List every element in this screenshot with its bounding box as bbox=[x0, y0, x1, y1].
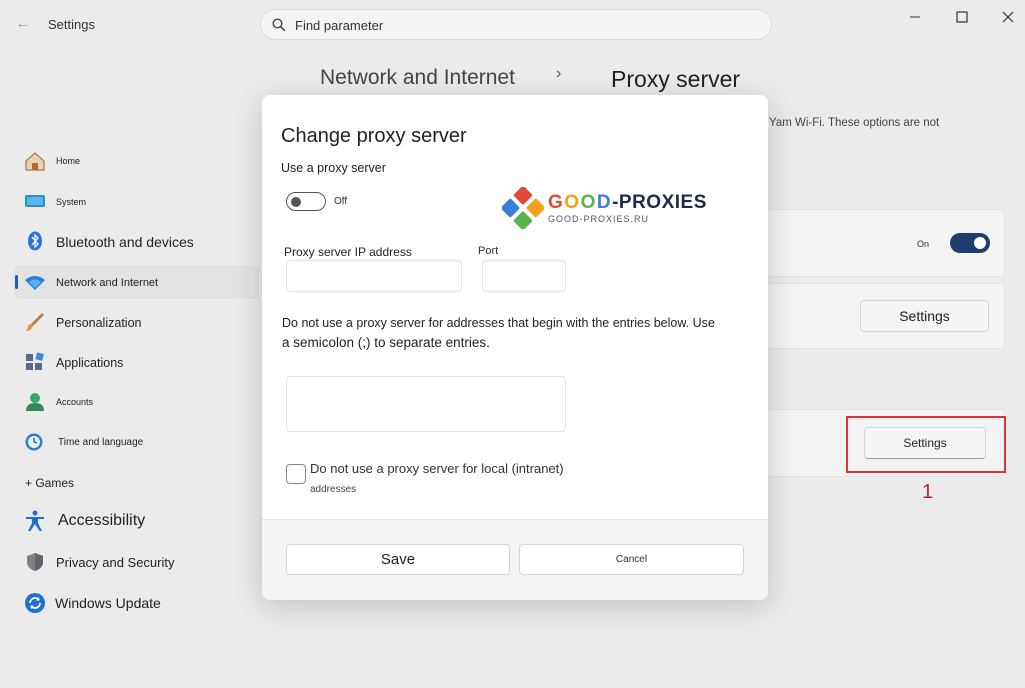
sidebar-item-label: Bluetooth and devices bbox=[56, 234, 194, 250]
toggle-state-label: Off bbox=[334, 196, 348, 207]
sidebar-item-network[interactable]: Network and Internet bbox=[14, 265, 259, 299]
save-button[interactable]: Save bbox=[286, 544, 510, 575]
use-proxy-label: Use a proxy server bbox=[281, 161, 386, 175]
minimize-button[interactable] bbox=[900, 8, 930, 26]
page-description: Yam Wi-Fi. These options are not bbox=[769, 117, 940, 129]
chevron-right-icon: › bbox=[556, 65, 562, 82]
apps-icon bbox=[24, 352, 46, 372]
watermark-letter: O bbox=[564, 192, 581, 213]
dialog-title: Change proxy server bbox=[281, 125, 467, 147]
clock-icon bbox=[24, 432, 46, 452]
back-button[interactable]: ← bbox=[10, 12, 36, 36]
cancel-button[interactable]: Cancel bbox=[519, 544, 744, 575]
arrow-left-icon: ← bbox=[15, 15, 31, 32]
ip-address-label: Proxy server IP address bbox=[284, 245, 412, 259]
home-icon bbox=[24, 151, 46, 171]
sidebar-item-home[interactable]: Home bbox=[14, 144, 259, 178]
sidebar-item-applications[interactable]: Applications bbox=[14, 345, 259, 379]
search-input[interactable] bbox=[295, 16, 755, 34]
close-icon bbox=[1002, 11, 1014, 23]
wifi-icon bbox=[24, 272, 46, 292]
bluetooth-icon bbox=[24, 231, 46, 251]
port-label: Port bbox=[478, 245, 499, 257]
sidebar-item-bluetooth[interactable]: Bluetooth and devices bbox=[14, 224, 259, 258]
sidebar-item-label: Personalization bbox=[56, 316, 142, 330]
watermark-domain: GOOD-PROXIES.RU bbox=[548, 214, 650, 224]
change-proxy-dialog: Change proxy server Use a proxy server O… bbox=[262, 95, 768, 600]
exceptions-description: a semicolon (;) to separate entries. bbox=[282, 335, 490, 350]
sidebar-item-label: + Games bbox=[25, 476, 75, 490]
local-bypass-checkbox[interactable] bbox=[286, 464, 306, 484]
sidebar-item-system[interactable]: System bbox=[14, 184, 259, 218]
port-input[interactable] bbox=[482, 260, 566, 292]
watermark-brand: GOOD-PROXIES bbox=[548, 192, 707, 214]
sidebar-item-label: System bbox=[56, 197, 87, 207]
sidebar-item-windows-update[interactable]: Windows Update bbox=[14, 585, 259, 619]
watermark-letter: -PROXIES bbox=[612, 192, 707, 213]
app-title: Settings bbox=[48, 17, 95, 32]
annotation-step-number: 1 bbox=[922, 481, 934, 503]
ip-address-input[interactable] bbox=[286, 260, 462, 292]
sidebar-item-label: Privacy and Security bbox=[56, 555, 175, 570]
annotation-highlight bbox=[846, 416, 1006, 473]
local-bypass-label: addresses bbox=[310, 484, 357, 495]
brush-icon bbox=[24, 312, 46, 332]
sidebar-item-games[interactable]: + Games bbox=[14, 466, 259, 500]
setup-script-settings-button[interactable]: Settings bbox=[860, 300, 989, 332]
sidebar-item-label: Home bbox=[56, 156, 81, 166]
system-icon bbox=[24, 191, 46, 211]
sidebar-item-label: Accounts bbox=[56, 397, 94, 407]
sidebar-item-accounts[interactable]: Accounts bbox=[14, 385, 259, 419]
auto-detect-toggle[interactable] bbox=[950, 233, 990, 253]
title-bar: ← Settings bbox=[0, 0, 1025, 48]
good-proxies-watermark: GOOD-PROXIES GOOD-PROXIES.RU bbox=[502, 187, 722, 229]
sidebar-item-label: Windows Update bbox=[55, 595, 161, 611]
sidebar-item-time-language[interactable]: Time and language bbox=[14, 425, 259, 459]
exceptions-description: Do not use a proxy server for addresses … bbox=[282, 316, 715, 330]
watermark-letter: O bbox=[580, 192, 597, 213]
local-bypass-label: Do not use a proxy server for local (int… bbox=[310, 461, 564, 476]
shield-icon bbox=[24, 552, 46, 572]
sidebar-item-personalization[interactable]: Personalization bbox=[14, 305, 259, 339]
page-title: Proxy server bbox=[611, 66, 741, 92]
account-icon bbox=[24, 392, 46, 412]
exceptions-input[interactable] bbox=[286, 376, 566, 432]
watermark-letter: D bbox=[596, 192, 613, 213]
close-button[interactable] bbox=[993, 8, 1023, 26]
breadcrumb-parent[interactable]: Network and Internet bbox=[320, 66, 515, 90]
toggle-state-label: On bbox=[917, 239, 930, 249]
sidebar-item-label: Applications bbox=[56, 356, 124, 370]
selection-indicator bbox=[15, 275, 18, 289]
use-proxy-toggle[interactable] bbox=[286, 192, 326, 211]
watermark-letter: G bbox=[548, 192, 565, 213]
sidebar-item-privacy-security[interactable]: Privacy and Security bbox=[14, 545, 259, 579]
maximize-icon bbox=[956, 11, 968, 23]
minimize-icon bbox=[910, 16, 920, 18]
sidebar-item-accessibility[interactable]: Accessibility bbox=[14, 503, 259, 537]
search-box[interactable] bbox=[260, 9, 772, 40]
accessibility-icon bbox=[24, 510, 46, 531]
sidebar-item-label: Time and language bbox=[58, 437, 144, 448]
maximize-button[interactable] bbox=[947, 8, 977, 26]
sidebar-item-label: Network and Internet bbox=[56, 277, 159, 289]
search-icon bbox=[272, 18, 286, 32]
diamond-logo-icon bbox=[502, 187, 544, 229]
update-icon bbox=[24, 592, 46, 613]
sidebar-item-label: Accessibility bbox=[58, 512, 146, 529]
